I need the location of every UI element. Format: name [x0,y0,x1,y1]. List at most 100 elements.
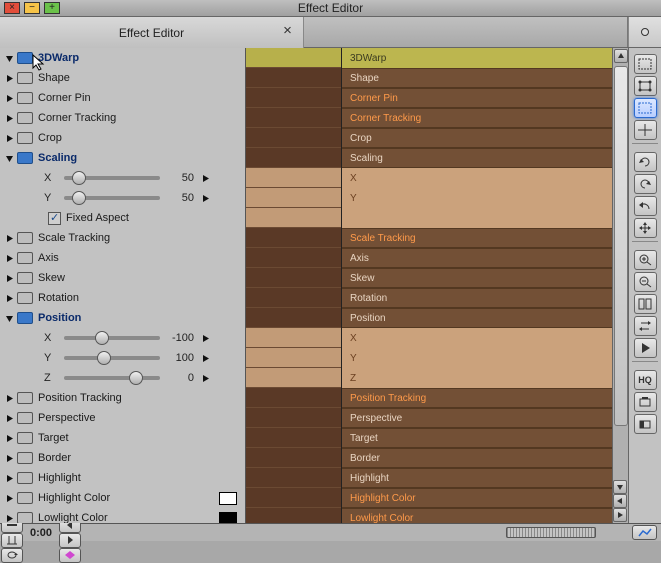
kf-icon[interactable] [59,548,81,563]
color-swatch[interactable] [219,492,237,505]
param-pos_x[interactable]: X-100 [0,328,245,348]
enable-chip-icon[interactable] [17,232,33,244]
panel-menu-button[interactable] [628,17,661,47]
track-pos_z[interactable]: Z [342,368,612,388]
track-positiontracking[interactable]: Position Tracking [342,388,612,408]
track-perspective[interactable]: Perspective [342,408,612,428]
track-scale_y[interactable]: Y [342,188,612,208]
disclosure-icon[interactable] [4,133,14,143]
enable-chip-icon[interactable] [17,512,33,523]
keyframe-menu-icon[interactable] [200,353,210,363]
enable-chip-icon[interactable] [17,452,33,464]
vertical-scrollbar[interactable] [612,48,628,523]
enable-chip-icon[interactable] [17,52,33,64]
keyframe-menu-icon[interactable] [200,333,210,343]
key-strip-scale_y[interactable] [246,188,341,208]
crosshair-icon[interactable] [634,120,657,140]
track-highlight[interactable]: Highlight [342,468,612,488]
track-border[interactable]: Border [342,448,612,468]
track-pos_y[interactable]: Y [342,348,612,368]
enable-chip-icon[interactable] [17,252,33,264]
slider-track[interactable] [64,196,160,200]
keyframe-menu-icon[interactable] [200,193,210,203]
track-target[interactable]: Target [342,428,612,448]
scroll-left-button[interactable] [613,494,627,508]
disclosure-icon[interactable] [4,473,14,483]
param-scaling[interactable]: Scaling [0,148,245,168]
key-strip-shape[interactable] [246,68,341,88]
slider-track[interactable] [64,356,160,360]
enable-chip-icon[interactable] [17,272,33,284]
param-axis[interactable]: Axis [0,248,245,268]
disclosure-icon[interactable] [4,393,14,403]
enable-chip-icon[interactable] [17,152,33,164]
key-strip-crop[interactable] [246,128,341,148]
param-positiontracking[interactable]: Position Tracking [0,388,245,408]
track-pos_x[interactable]: X [342,328,612,348]
param-cornerpin[interactable]: Corner Pin [0,88,245,108]
param-skew[interactable]: Skew [0,268,245,288]
key-strip-pos_y[interactable] [246,348,341,368]
checkbox-icon[interactable] [48,212,61,225]
param-scale_x[interactable]: X50 [0,168,245,188]
param-pos_y[interactable]: Y100 [0,348,245,368]
slider-thumb[interactable] [72,191,86,205]
key-strip-cornerpin[interactable] [246,88,341,108]
key-strip-3dwarp[interactable] [246,48,341,68]
slider-track[interactable] [64,376,160,380]
track-scale_x[interactable]: X [342,168,612,188]
key-strip-target[interactable] [246,428,341,448]
key-strip-perspective[interactable] [246,408,341,428]
param-highlightcolor[interactable]: Highlight Color [0,488,245,508]
enable-chip-icon[interactable] [17,72,33,84]
keyframe-strip[interactable] [246,48,342,523]
enable-chip-icon[interactable] [17,392,33,404]
graph-button[interactable] [632,525,657,540]
disclosure-icon[interactable] [4,293,14,303]
rotate-ccw-icon[interactable] [634,174,657,194]
disclosure-icon[interactable] [4,153,14,163]
scroll-thumb[interactable] [614,66,628,426]
param-crop[interactable]: Crop [0,128,245,148]
track-lowlightcolor[interactable]: Lowlight Color [342,508,612,523]
zoom-in-icon[interactable] [634,250,657,270]
move-icon[interactable] [634,218,657,238]
param-highlight[interactable]: Highlight [0,468,245,488]
key-strip-lowlightcolor[interactable] [246,508,341,523]
play-icon[interactable] [634,338,657,358]
disclosure-icon[interactable] [4,313,14,323]
key-strip-scaling[interactable] [246,148,341,168]
swap-icon[interactable] [634,316,657,336]
scroll-up-button[interactable] [614,49,628,63]
color-swatch[interactable] [219,512,237,524]
param-3dwarp[interactable]: 3DWarp [0,48,245,68]
disclosure-icon[interactable] [4,273,14,283]
key-strip-highlightcolor[interactable] [246,488,341,508]
param-pos_z[interactable]: Z0 [0,368,245,388]
split-icon[interactable] [634,294,657,314]
next-icon[interactable] [59,533,81,548]
disclosure-icon[interactable] [4,113,14,123]
jog-fader[interactable] [506,527,596,538]
disclosure-icon[interactable] [4,413,14,423]
key-strip-pos_x[interactable] [246,328,341,348]
param-shape[interactable]: Shape [0,68,245,88]
transform-icon[interactable] [634,76,657,96]
track-skew[interactable]: Skew [342,268,612,288]
tab-close-icon[interactable]: × [280,24,295,39]
key-strip-border[interactable] [246,448,341,468]
enable-chip-icon[interactable] [17,92,33,104]
key-strip-axis[interactable] [246,248,341,268]
enable-chip-icon[interactable] [17,412,33,424]
window-close-button[interactable]: × [4,2,20,14]
hq-icon[interactable]: HQ [634,370,657,390]
enable-chip-icon[interactable] [17,132,33,144]
disclosure-icon[interactable] [4,253,14,263]
track-pane[interactable]: 3DWarpShapeCorner PinCorner TrackingCrop… [342,48,612,523]
param-lowlightcolor[interactable]: Lowlight Color [0,508,245,523]
slider-thumb[interactable] [72,171,86,185]
param-position[interactable]: Position [0,308,245,328]
track-axis[interactable]: Axis [342,248,612,268]
disclosure-icon[interactable] [4,93,14,103]
scroll-down-button[interactable] [613,480,627,494]
